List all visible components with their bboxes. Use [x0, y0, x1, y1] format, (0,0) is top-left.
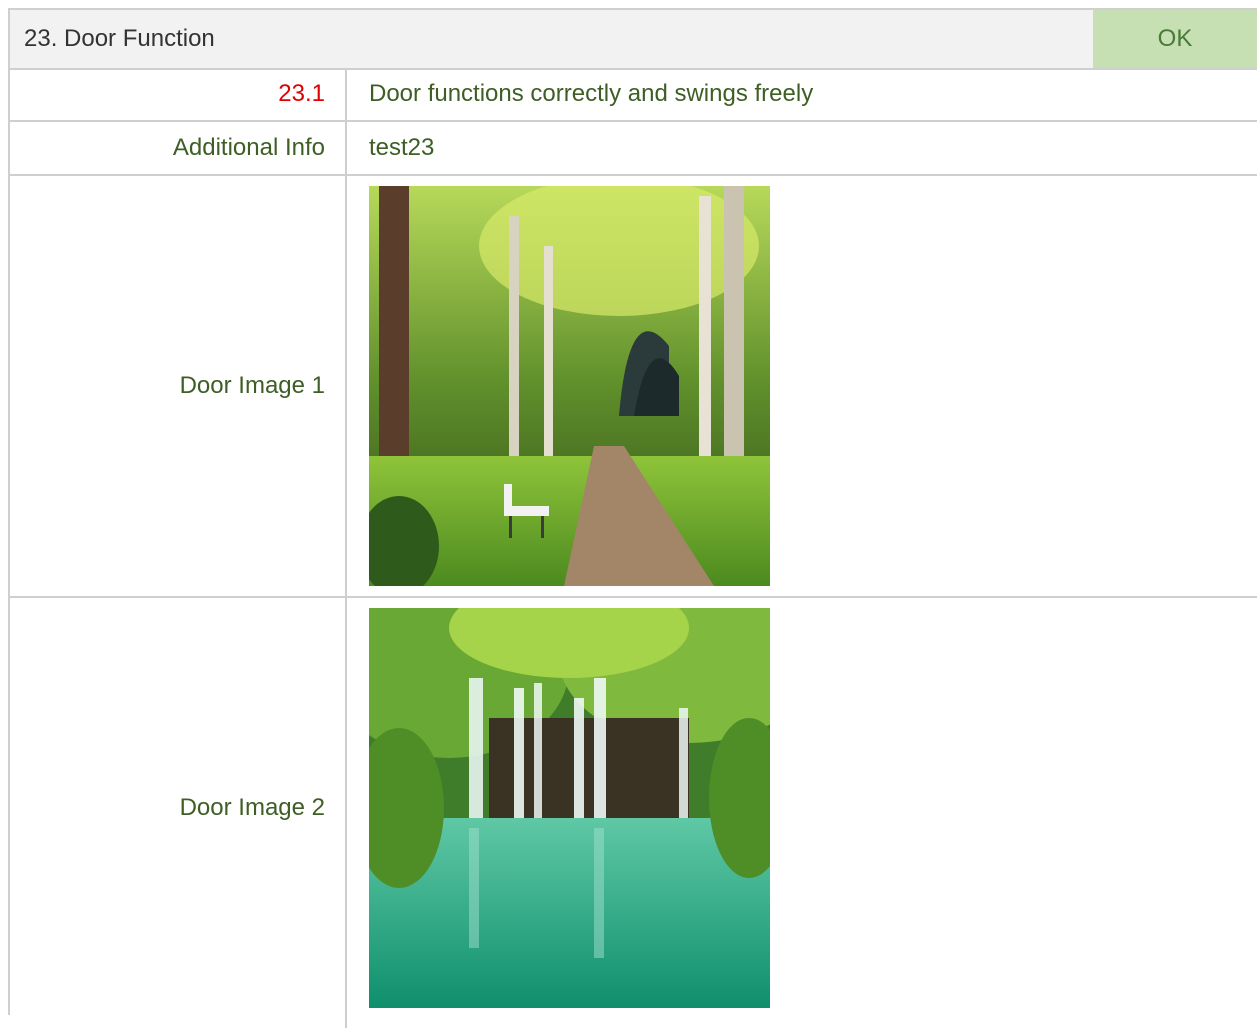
item-number: 23.1	[10, 68, 347, 120]
item-description: Door functions correctly and swings free…	[369, 80, 814, 107]
section-header: 23. Door Function OK	[10, 10, 1257, 70]
door-image-label-2: Door Image 2	[10, 598, 347, 1028]
door-image-row-2: Door Image 2	[10, 598, 1257, 1028]
section-title: 23. Door Function	[24, 25, 215, 52]
waterfall-lake-photo-icon[interactable]	[369, 608, 770, 1008]
park-path-photo-icon[interactable]	[369, 186, 770, 586]
status-badge[interactable]: OK	[1093, 10, 1257, 68]
door-image-row-1: Door Image 1	[10, 176, 1257, 598]
item-row: 23.1 Door functions correctly and swings…	[10, 68, 1257, 122]
inspection-section: 23. Door Function OK 23.1 Door functions…	[8, 8, 1257, 1028]
door-image-label-1: Door Image 1	[10, 176, 347, 596]
additional-info-row: Additional Info test23	[10, 122, 1257, 176]
additional-info-label: Additional Info	[10, 122, 347, 174]
additional-info-value: test23	[369, 134, 435, 161]
